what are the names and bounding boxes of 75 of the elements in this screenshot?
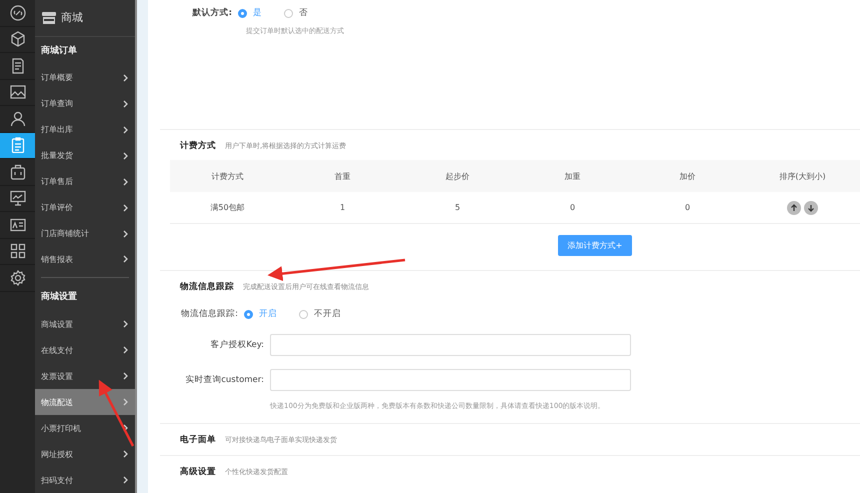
image-icon — [10, 84, 26, 100]
menu-item[interactable]: 订单查询 — [35, 90, 135, 117]
down-arrow-icon — [807, 204, 815, 212]
link-icon — [10, 4, 26, 21]
field-label: 实时查询customer: — [184, 374, 265, 386]
chevron-icon — [123, 126, 129, 134]
column-header: 加重 — [564, 170, 582, 182]
monitor-icon — [10, 190, 26, 206]
menu-item[interactable]: 商城设置 — [35, 311, 135, 338]
rail-nav-item[interactable] — [0, 132, 35, 159]
chevron-icon — [123, 450, 129, 458]
section-title: 计费方式 — [180, 140, 216, 152]
chevron-icon — [123, 204, 129, 212]
field-label: 物流信息跟踪: — [180, 308, 239, 320]
section-title: 高级设置 — [180, 466, 216, 478]
up-arrow-icon — [790, 204, 798, 212]
chevron-icon — [123, 398, 129, 406]
chevron-icon — [123, 100, 129, 108]
column-header: 加价 — [678, 170, 696, 182]
clipboard-icon — [10, 137, 26, 154]
grid-icon — [10, 243, 26, 260]
menu-item[interactable]: 在线支付 — [35, 337, 135, 364]
gear-icon — [10, 270, 26, 286]
menu-title: 商城 — [61, 10, 83, 26]
menu-item[interactable]: 订单概要 — [35, 64, 135, 91]
document-icon — [10, 58, 26, 74]
chevron-icon — [123, 424, 129, 432]
table-cell-text: 1 — [338, 203, 346, 212]
card-icon — [10, 216, 26, 233]
radio-option[interactable]: 否 — [284, 7, 308, 19]
section-title: 物流信息跟踪 — [180, 281, 234, 293]
menu-item[interactable]: 打单出库 — [35, 116, 135, 143]
field-label: 默认方式: — [191, 7, 233, 19]
scrollbar[interactable] — [135, 0, 137, 493]
table-cell-text: 0 — [684, 203, 692, 212]
input-field[interactable] — [270, 368, 631, 390]
move-down-button[interactable] — [804, 200, 818, 214]
chevron-icon — [123, 372, 129, 380]
chevron-icon — [123, 255, 129, 264]
table-cell-text: 0 — [568, 203, 576, 212]
column-header: 首重 — [334, 170, 352, 182]
menu-item[interactable]: 门店商铺统计 — [35, 220, 135, 246]
briefcase-icon — [10, 164, 26, 180]
menu-item[interactable]: 网址授权 — [35, 441, 135, 468]
chevron-icon — [123, 178, 129, 186]
menu-group-title: 商城设置 — [40, 290, 78, 304]
column-header: 起步价 — [444, 170, 470, 182]
column-header: 计费方式 — [210, 170, 244, 182]
chevron-icon — [123, 346, 129, 354]
input-field[interactable] — [270, 334, 631, 356]
annotation-arrow — [98, 380, 134, 447]
menu-item[interactable]: 发票设置 — [35, 363, 135, 390]
menu-item[interactable]: 小票打印机 — [35, 415, 135, 442]
menu-item[interactable]: 批量发货 — [35, 142, 135, 169]
column-header: 排序(大到小) — [778, 170, 827, 182]
table-cell-text: 5 — [454, 203, 462, 212]
chevron-icon — [123, 74, 129, 82]
chevron-icon — [123, 476, 129, 484]
chevron-icon — [123, 152, 129, 160]
field-label: 客户授权Key: — [209, 338, 265, 350]
menu-item[interactable]: 订单售后 — [35, 168, 135, 195]
menu-item[interactable]: 物流配送 — [35, 389, 135, 416]
move-up-button[interactable] — [787, 200, 801, 214]
cube-icon — [10, 31, 26, 48]
menu-group-title: 商城订单 — [40, 44, 78, 58]
menu-item[interactable]: 订单评价 — [35, 194, 135, 221]
chevron-icon — [123, 320, 129, 328]
store-icon — [42, 12, 56, 24]
radio-option[interactable]: 不开启 — [299, 308, 341, 320]
user-icon — [10, 110, 26, 127]
section-title: 电子面单 — [180, 434, 216, 446]
chevron-icon — [123, 230, 129, 238]
menu-item[interactable]: 扫码支付 — [35, 467, 135, 493]
table-cell-text: 满50包邮 — [209, 202, 246, 213]
menu-item[interactable]: 销售报表 — [35, 246, 135, 272]
